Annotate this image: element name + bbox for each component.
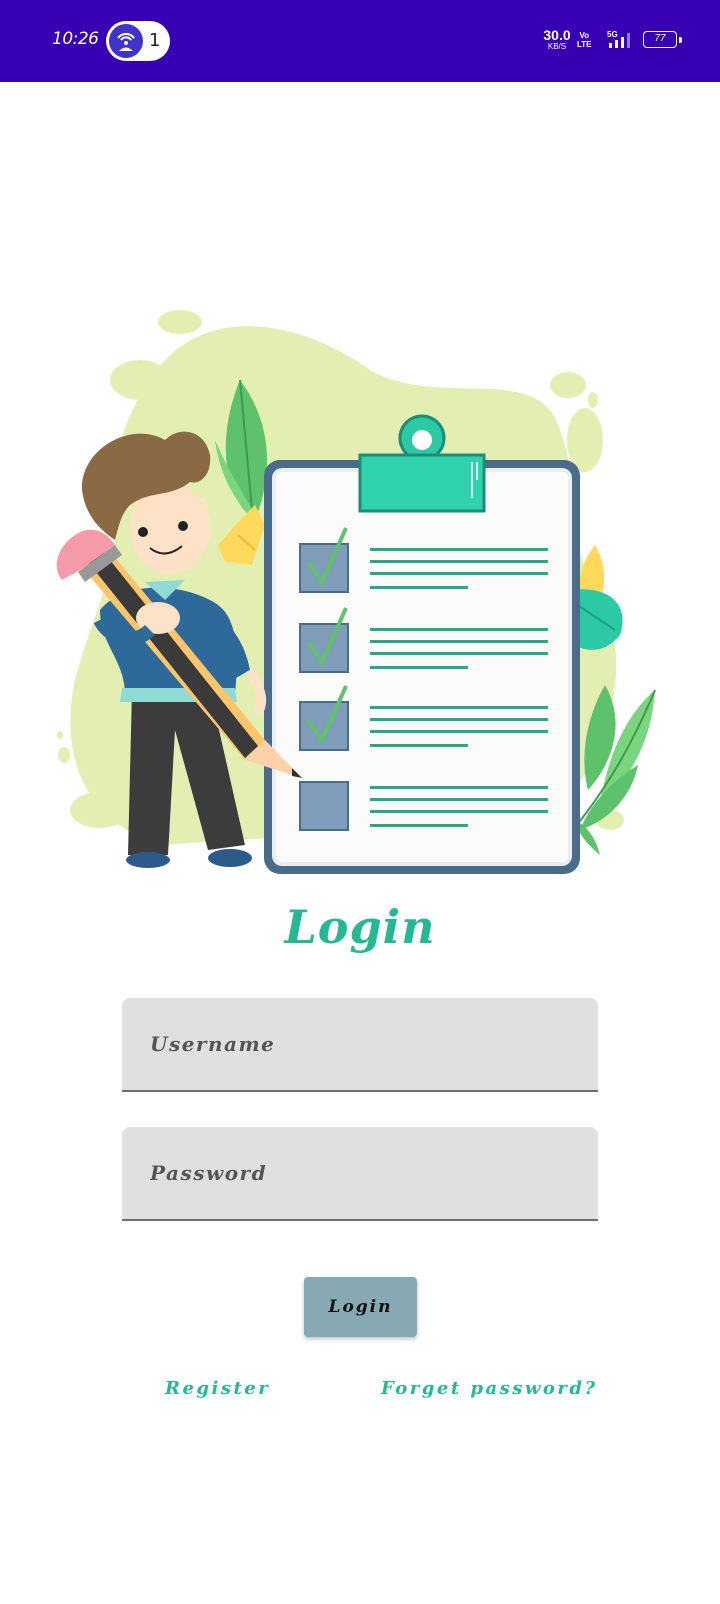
username-input[interactable] (122, 998, 598, 1090)
volte-top-label: Vo (579, 31, 590, 40)
password-field[interactable] (122, 1127, 598, 1221)
password-input[interactable] (122, 1127, 598, 1219)
battery-icon: 77 (643, 31, 677, 48)
forgot-password-link[interactable]: Forget password? (381, 1378, 598, 1399)
login-button[interactable]: Login (304, 1277, 417, 1337)
hotspot-count: 1 (149, 30, 161, 51)
volte-indicator: Vo LTE (577, 31, 592, 49)
network-speed: 30.0 KB/S (540, 28, 574, 51)
username-field[interactable] (122, 998, 598, 1092)
status-time: 10:26 (52, 29, 99, 49)
clipboard-checklist-icon (264, 414, 580, 874)
battery-level: 77 (654, 33, 666, 44)
login-title: Login (284, 900, 436, 954)
battery-tip (679, 37, 682, 43)
network-speed-unit: KB/S (547, 42, 567, 51)
hotspot-icon (109, 24, 143, 58)
network-speed-value: 30.0 (543, 27, 571, 43)
status-bar: 10:26 1 30.0 KB/S Vo LTE 5G 77 (0, 0, 720, 82)
login-illustration (40, 300, 680, 900)
volte-bottom-label: LTE (577, 40, 592, 49)
register-link[interactable]: Register (165, 1378, 270, 1399)
hotspot-indicator[interactable]: 1 (106, 21, 170, 61)
